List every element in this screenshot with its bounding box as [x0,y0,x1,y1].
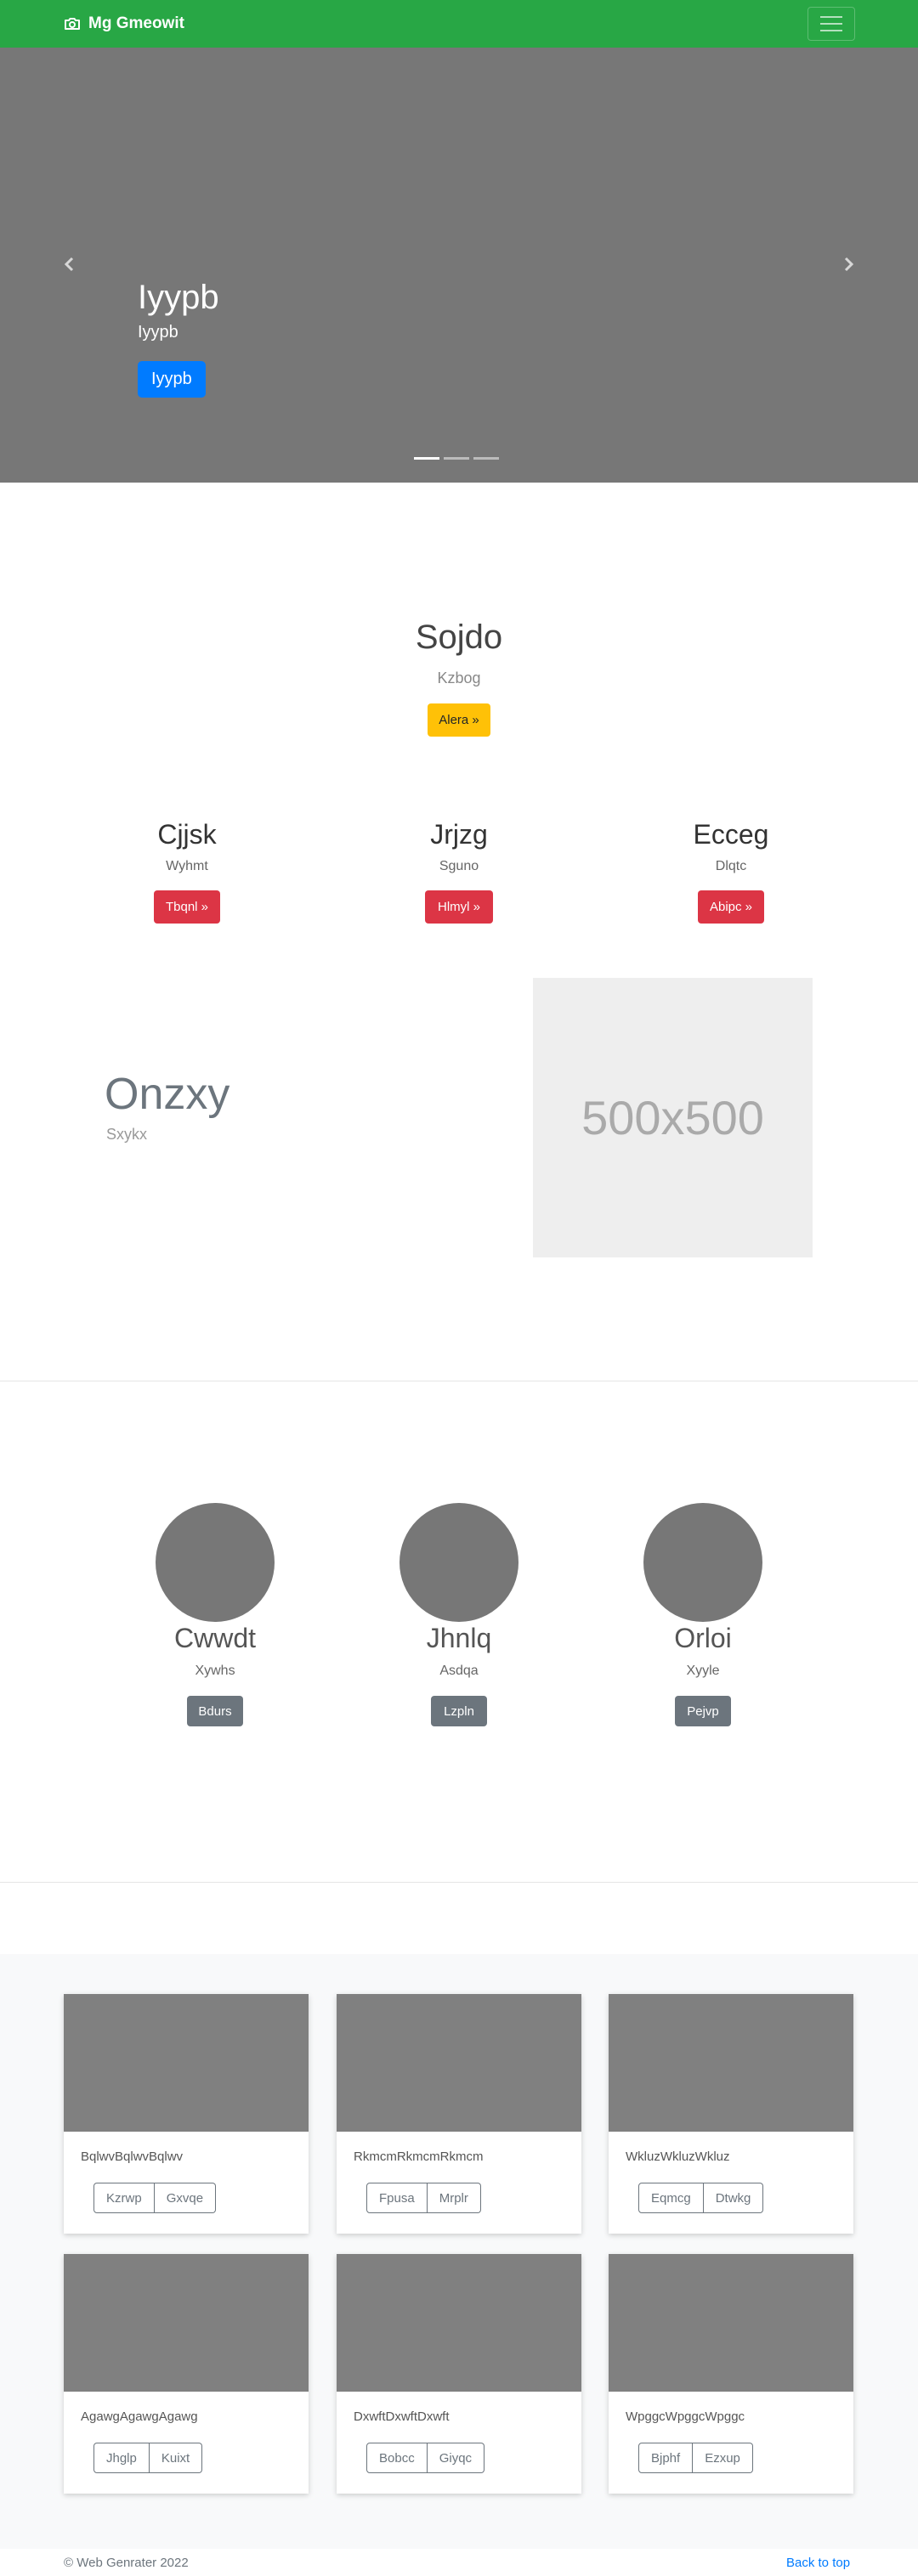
card-thumbnail [64,2254,309,2392]
brand-name: Mg Gmeowit [88,14,184,32]
menu-bar-icon [820,23,842,25]
card-button-group: Bjphf Ezxup [638,2443,753,2473]
card-edit-button[interactable]: Kuixt [149,2443,203,2473]
album-card: WpggcWpggcWpggc Bjphf Ezxup [609,2254,853,2494]
hero-title: Iyypb [138,279,219,316]
card-thumbnail [609,1994,853,2132]
hero-caption: Iyypb Iyypb Iyypb [138,277,219,398]
card-button-group: Jhglp Kuixt [94,2443,203,2473]
chevron-left-icon [64,257,74,272]
album-card: WkluzWkluzWkluz Eqmcg Dtwkg [609,1994,853,2234]
card-button-group: Eqmcg Dtwkg [638,2183,764,2213]
card-text: DxwftDxwftDxwft [354,2409,450,2424]
hero-subtitle: Iyypb [138,323,178,342]
card-thumbnail [64,1994,309,2132]
card-edit-button[interactable]: Mrplr [427,2183,481,2213]
showcase-subtitle: Sxykx [106,1126,148,1143]
feature-title: Sojdo [415,619,503,656]
team-subtitle: Xywhs [195,1664,235,1678]
carousel-indicator[interactable] [473,457,499,460]
card-text: RkmcmRkmcmRkmcm [354,2149,484,2164]
card-text: WpggcWpggcWpggc [626,2409,745,2424]
menu-bar-icon [820,16,842,18]
card-edit-button[interactable]: Dtwkg [703,2183,764,2213]
column-subtitle: Dlqtc [715,859,747,873]
team-button[interactable]: Bdurs [187,1696,243,1726]
placeholder-image-label: 500x500 [581,1091,764,1144]
team-name: Jhnlq [426,1623,492,1653]
feature-subtitle: Kzbog [437,669,481,686]
card-text: BqlwvBqlwvBqlwv [81,2149,184,2164]
card-thumbnail [337,1994,581,2132]
column-subtitle: Wyhmt [166,859,208,873]
card-view-button[interactable]: Jhglp [94,2443,150,2473]
card-edit-button[interactable]: Ezxup [693,2443,753,2473]
placeholder-image: 500x500 [533,978,813,1257]
album-card: AgawgAgawgAgawg Jhglp Kuixt [64,2254,309,2494]
column-subtitle: Sguno [439,859,479,873]
team-name: Cwwdt [173,1623,256,1653]
card-button-group: Kzrwp Gxvqe [94,2183,217,2213]
column-title: Ecceg [693,819,769,850]
team-subtitle: Xyyle [686,1664,720,1678]
card-edit-button[interactable]: Giyqc [427,2443,485,2473]
navbar: Mg Gmeowit [0,0,918,48]
team-button[interactable]: Pejvp [675,1696,731,1726]
camera-icon [65,18,80,30]
album-section: BqlwvBqlwvBqlwv Kzrwp Gxvqe RkmcmRkmcmRk… [0,1954,918,2549]
brand-link[interactable]: Mg Gmeowit [64,12,184,36]
card-view-button[interactable]: Kzrwp [94,2183,155,2213]
team-subtitle: Asdqa [439,1664,479,1678]
card-thumbnail [337,2254,581,2392]
avatar [400,1503,518,1622]
showcase-title: Onzxy [105,1070,230,1119]
column-title: Cjjsk [157,819,217,850]
column-button[interactable]: Hlmyl » [425,890,493,924]
chevron-right-icon [844,257,854,272]
card-thumbnail [609,2254,853,2392]
card-button-group: Fpusa Mrplr [366,2183,481,2213]
card-edit-button[interactable]: Gxvqe [154,2183,217,2213]
avatar [156,1503,275,1622]
footer-copyright: © Web Genrater 2022 [64,2556,189,2570]
column-title: Jrjzg [430,819,488,850]
team-name: Orloi [674,1623,732,1653]
column-button[interactable]: Abipc » [698,890,764,924]
column-button[interactable]: Tbqnl » [154,890,220,924]
card-view-button[interactable]: Fpusa [366,2183,428,2213]
album-card: DxwftDxwftDxwft Bobcc Giyqc [337,2254,581,2494]
album-card: RkmcmRkmcmRkmcm Fpusa Mrplr [337,1994,581,2234]
menu-bar-icon [820,30,842,31]
card-view-button[interactable]: Bobcc [366,2443,428,2473]
carousel-indicators [414,457,499,460]
team-button[interactable]: Lzpln [431,1696,487,1726]
carousel-indicator[interactable] [444,457,469,460]
card-view-button[interactable]: Bjphf [638,2443,694,2473]
back-to-top-link[interactable]: Back to top [786,2556,850,2570]
section-divider [0,1882,918,1883]
carousel-next-button[interactable] [836,251,862,277]
card-button-group: Bobcc Giyqc [366,2443,485,2473]
carousel-indicator[interactable] [414,457,439,460]
hero-carousel: Iyypb Iyypb Iyypb [0,48,918,483]
album-card: BqlwvBqlwvBqlwv Kzrwp Gxvqe [64,1994,309,2234]
navbar-toggler-button[interactable] [808,7,855,41]
card-text: WkluzWkluzWkluz [626,2149,730,2164]
avatar [643,1503,762,1622]
feature-button[interactable]: Alera » [428,703,490,737]
hero-button[interactable]: Iyypb [138,361,206,398]
carousel-prev-button[interactable] [56,251,82,277]
card-view-button[interactable]: Eqmcg [638,2183,704,2213]
card-text: AgawgAgawgAgawg [81,2409,198,2424]
